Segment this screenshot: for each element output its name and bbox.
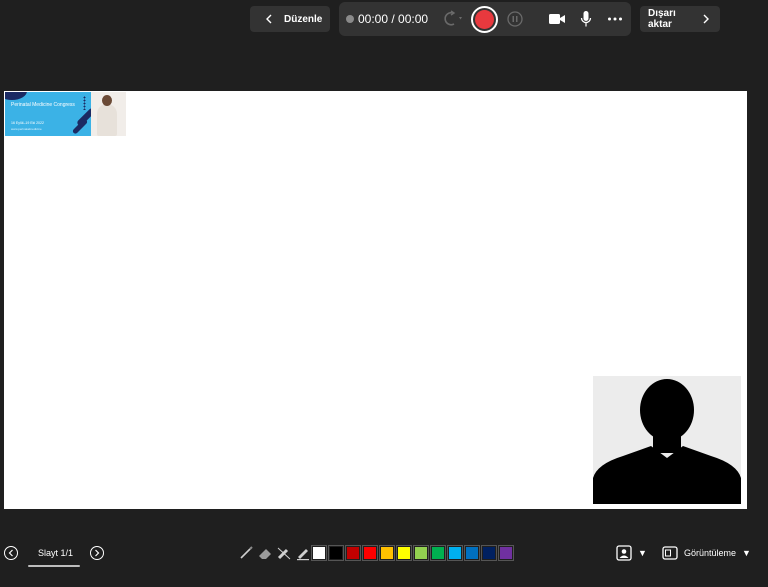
inking-tools bbox=[238, 545, 311, 561]
presenter-view-button[interactable]: ▼ bbox=[616, 545, 647, 561]
chevron-left-icon bbox=[264, 6, 274, 32]
camera-icon[interactable] bbox=[548, 11, 566, 27]
export-button[interactable]: Dışarı aktar bbox=[640, 6, 720, 32]
color-swatch-9[interactable] bbox=[447, 545, 463, 561]
pen-icon[interactable] bbox=[238, 545, 254, 561]
banner-photo-head bbox=[102, 95, 112, 106]
record-icon bbox=[475, 10, 494, 29]
marker-icon[interactable] bbox=[295, 545, 311, 561]
chevron-right-icon bbox=[702, 6, 710, 32]
banner-photo-body bbox=[97, 104, 117, 136]
recording-window: Düzenle 00:00 / 00:00 Dışarı aktar Perin… bbox=[0, 0, 768, 587]
view-options-label: Görüntüleme bbox=[684, 548, 737, 558]
color-swatch-10[interactable] bbox=[464, 545, 480, 561]
banner-title: Perinatal Medicine Congress bbox=[11, 102, 75, 108]
record-button[interactable] bbox=[471, 6, 498, 33]
view-icon bbox=[662, 546, 678, 560]
color-swatch-6[interactable] bbox=[396, 545, 412, 561]
presenter-icon bbox=[616, 545, 632, 561]
banner-date: 16 Eylül–19 Eki 2022 bbox=[11, 121, 44, 125]
banner-dots bbox=[83, 96, 86, 110]
color-swatch-5[interactable] bbox=[379, 545, 395, 561]
export-button-label: Dışarı aktar bbox=[648, 8, 676, 30]
color-swatch-7[interactable] bbox=[413, 545, 429, 561]
slide-progress bbox=[28, 565, 80, 567]
person-silhouette-icon bbox=[593, 379, 741, 504]
banner-url: www.perinatalmedicine bbox=[11, 127, 42, 131]
slide-canvas: Perinatal Medicine Congress 16 Eylül–19 … bbox=[4, 91, 747, 509]
more-icon[interactable] bbox=[607, 11, 623, 27]
color-swatch-12[interactable] bbox=[498, 545, 514, 561]
next-slide-button[interactable] bbox=[90, 546, 104, 560]
recording-status-dot bbox=[346, 15, 354, 23]
color-swatch-11[interactable] bbox=[481, 545, 497, 561]
caret-down-icon: ▼ bbox=[638, 548, 647, 558]
pause-icon[interactable] bbox=[507, 11, 523, 27]
chevron-left-icon bbox=[8, 549, 13, 557]
color-swatch-3[interactable] bbox=[345, 545, 361, 561]
ink-color-palette bbox=[311, 545, 514, 561]
color-swatch-1[interactable] bbox=[311, 545, 327, 561]
banner-decoration bbox=[5, 92, 27, 100]
color-swatch-8[interactable] bbox=[430, 545, 446, 561]
highlighter-icon[interactable] bbox=[276, 545, 292, 561]
previous-slide-button[interactable] bbox=[4, 546, 18, 560]
caret-down-icon: ▼ bbox=[742, 548, 751, 558]
recording-timer: 00:00 / 00:00 bbox=[358, 12, 429, 26]
color-swatch-4[interactable] bbox=[362, 545, 378, 561]
congress-banner-image: Perinatal Medicine Congress 16 Eylül–19 … bbox=[5, 92, 126, 136]
recording-controls: 00:00 / 00:00 bbox=[339, 2, 631, 36]
banner-photo bbox=[91, 92, 126, 136]
chevron-right-icon bbox=[95, 549, 100, 557]
slide-counter: Slayt 1/1 bbox=[38, 548, 74, 558]
edit-button[interactable]: Düzenle bbox=[250, 6, 330, 32]
eraser-icon[interactable] bbox=[257, 545, 273, 561]
retake-icon[interactable] bbox=[439, 10, 467, 28]
microphone-icon[interactable] bbox=[580, 10, 592, 28]
view-options-button[interactable]: Görüntüleme ▼ bbox=[662, 545, 751, 561]
camera-preview[interactable] bbox=[593, 376, 741, 504]
edit-button-label: Düzenle bbox=[284, 13, 323, 25]
color-swatch-2[interactable] bbox=[328, 545, 344, 561]
